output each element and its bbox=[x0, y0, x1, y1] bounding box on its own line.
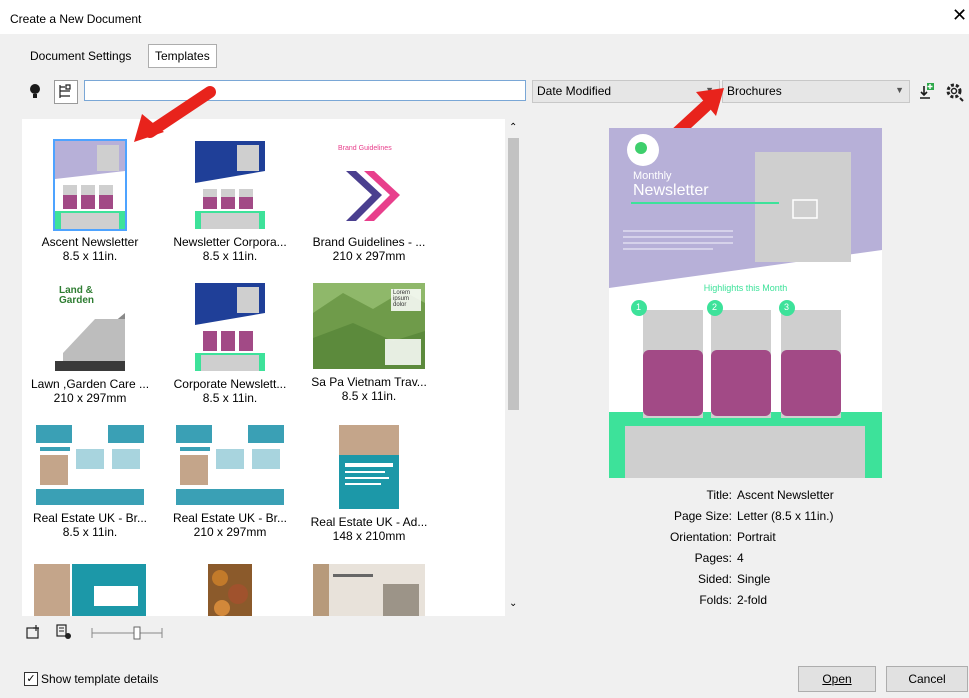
detail-title-label: Title: bbox=[706, 488, 732, 502]
detail-title-value: Ascent Newsletter bbox=[737, 488, 834, 502]
template-preview: Monthly Newsletter Highlights this Month… bbox=[609, 128, 882, 478]
template-item[interactable] bbox=[306, 564, 432, 616]
cancel-button[interactable]: Cancel bbox=[886, 666, 968, 692]
template-list[interactable]: Ascent Newsletter 8.5 x 11in. Newsletter… bbox=[22, 119, 522, 616]
template-name: Ascent Newsletter bbox=[41, 235, 139, 249]
close-icon[interactable]: ✕ bbox=[952, 6, 967, 24]
thumbnail-title: Brand Guidelines bbox=[338, 145, 392, 152]
template-name: Real Estate UK - Br... bbox=[32, 511, 148, 525]
template-size: 210 x 297mm bbox=[53, 391, 127, 405]
settings-gear-icon[interactable] bbox=[944, 81, 966, 103]
scroll-up-icon[interactable]: ⌃ bbox=[509, 122, 517, 133]
template-name: Sa Pa Vietnam Trav... bbox=[311, 375, 427, 389]
detail-pages-label: Pages: bbox=[694, 551, 732, 565]
template-name: Real Estate UK - Ad... bbox=[310, 515, 428, 529]
detail-orientation-value: Portrait bbox=[737, 530, 776, 544]
template-item[interactable]: Real Estate UK - Ad... 148 x 210mm bbox=[306, 425, 432, 543]
preview-number: 2 bbox=[712, 302, 718, 312]
detail-folds-value: 2-fold bbox=[737, 593, 768, 607]
template-item[interactable]: Corporate Newslett... 8.5 x 11in. bbox=[167, 283, 293, 405]
template-thumbnail bbox=[208, 564, 252, 616]
category-dropdown[interactable]: Brochures ▼ bbox=[722, 80, 910, 103]
preview-title: Newsletter bbox=[633, 182, 709, 199]
sort-dropdown-value: Date Modified bbox=[537, 84, 612, 98]
manage-templates-icon[interactable] bbox=[56, 624, 72, 640]
template-name: Newsletter Corpora... bbox=[173, 235, 287, 249]
template-item[interactable] bbox=[27, 564, 153, 616]
template-size: 148 x 210mm bbox=[332, 529, 406, 543]
template-item[interactable]: Real Estate UK - Br... 210 x 297mm bbox=[167, 425, 293, 539]
template-thumbnail bbox=[53, 139, 127, 231]
detail-folds-label: Folds: bbox=[699, 593, 732, 607]
template-details: Title: Page Size: Orientation: Pages: Si… bbox=[560, 488, 732, 618]
template-thumbnail bbox=[195, 283, 265, 371]
preview-number: 3 bbox=[784, 302, 790, 312]
template-details-values: Ascent Newsletter Letter (8.5 x 11in.) P… bbox=[737, 488, 937, 618]
template-size: 8.5 x 11in. bbox=[62, 249, 118, 263]
preview-number: 1 bbox=[636, 302, 642, 312]
template-thumbnail bbox=[34, 564, 146, 616]
annotation-arrow-icon bbox=[134, 86, 216, 142]
template-thumbnail bbox=[313, 564, 425, 616]
detail-sided-label: Sided: bbox=[697, 572, 732, 586]
thumbnail-size-slider[interactable] bbox=[90, 624, 164, 642]
detail-pages-value: 4 bbox=[737, 551, 744, 565]
thumbnail-title: Garden bbox=[59, 295, 95, 306]
tab-templates[interactable]: Templates bbox=[148, 44, 217, 68]
open-button[interactable]: Open bbox=[798, 666, 876, 692]
template-item[interactable]: Brand Guidelines Brand Guidelines - ... … bbox=[306, 141, 432, 263]
template-size: 210 x 297mm bbox=[332, 249, 406, 263]
detail-sided-value: Single bbox=[737, 572, 771, 586]
template-thumbnail: Lorem ipsum dolor bbox=[313, 283, 425, 369]
preview-kicker: Monthly bbox=[633, 170, 672, 182]
show-details-checkbox[interactable]: ✓ bbox=[24, 672, 38, 686]
category-dropdown-value: Brochures bbox=[727, 84, 782, 98]
template-item[interactable]: Land & Garden Lawn ,Garden Care ... 210 … bbox=[27, 283, 153, 405]
download-icon[interactable] bbox=[918, 82, 936, 100]
template-thumbnail: Brand Guidelines bbox=[334, 141, 404, 229]
template-item[interactable]: Newsletter Corpora... 8.5 x 11in. bbox=[167, 141, 293, 263]
window-title: Create a New Document bbox=[10, 12, 142, 26]
template-size: 210 x 297mm bbox=[193, 525, 267, 539]
template-item[interactable] bbox=[167, 564, 293, 616]
template-thumbnail: Land & Garden bbox=[55, 283, 125, 371]
template-name: Corporate Newslett... bbox=[173, 377, 287, 391]
template-size: 8.5 x 11in. bbox=[202, 391, 258, 405]
chevron-down-icon: ▼ bbox=[895, 85, 904, 95]
template-name: Real Estate UK - Br... bbox=[172, 511, 288, 525]
template-size: 8.5 x 11in. bbox=[202, 249, 258, 263]
detail-pagesize-value: Letter (8.5 x 11in.) bbox=[737, 509, 834, 523]
preview-highlights: Highlights this Month bbox=[703, 283, 788, 293]
template-thumbnail bbox=[176, 425, 284, 505]
show-details-label: Show template details bbox=[41, 672, 159, 686]
tab-document-settings[interactable]: Document Settings bbox=[24, 44, 137, 68]
template-item[interactable]: Ascent Newsletter 8.5 x 11in. bbox=[27, 139, 153, 263]
detail-pagesize-label: Page Size: bbox=[673, 509, 732, 523]
template-thumbnail bbox=[195, 141, 265, 229]
new-folder-icon[interactable] bbox=[26, 624, 42, 640]
template-name: Lawn ,Garden Care ... bbox=[30, 377, 150, 391]
thumbnail-title: Lorem ipsum dolor bbox=[393, 290, 411, 308]
template-name: Brand Guidelines - ... bbox=[312, 235, 426, 249]
template-item[interactable]: Real Estate UK - Br... 8.5 x 11in. bbox=[27, 425, 153, 539]
scroll-down-icon[interactable]: ⌄ bbox=[509, 598, 517, 609]
title-bar bbox=[0, 0, 969, 34]
template-thumbnail bbox=[36, 425, 144, 505]
scrollbar-thumb[interactable] bbox=[508, 138, 519, 410]
template-size: 8.5 x 11in. bbox=[62, 525, 118, 539]
detail-orientation-label: Orientation: bbox=[669, 530, 732, 544]
tree-view-icon[interactable] bbox=[54, 80, 78, 104]
template-size: 8.5 x 11in. bbox=[341, 389, 397, 403]
template-item[interactable]: Lorem ipsum dolor Sa Pa Vietnam Trav... … bbox=[306, 283, 432, 403]
template-thumbnail bbox=[339, 425, 399, 509]
lightbulb-icon[interactable] bbox=[26, 82, 44, 100]
